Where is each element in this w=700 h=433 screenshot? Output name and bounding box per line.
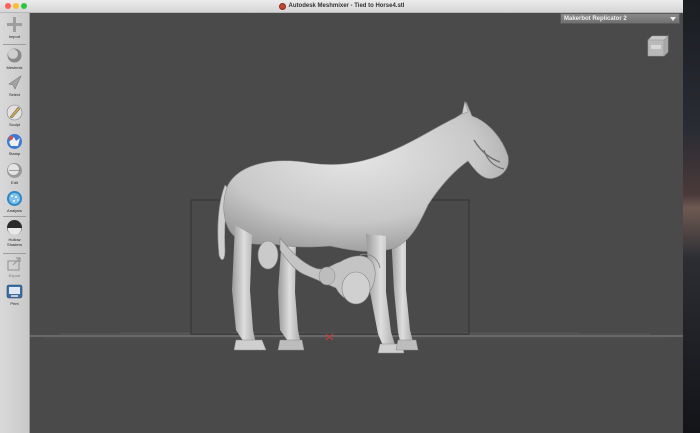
analysis-button[interactable]: Analysis [1,190,28,216]
meshmix-button[interactable]: Meshmix [1,47,28,73]
select-button[interactable]: Select [1,74,28,100]
select-label: Select [8,92,21,97]
import-button[interactable]: Import [1,16,28,42]
export-icon [7,257,21,271]
meshmixer-window: Autodesk Meshmixer - Tied to Horse4.stl [0,0,683,433]
shaders-button[interactable]: Hollow Shaders [1,219,28,253]
sculpt-label: Sculpt [8,122,21,127]
arrow-select-icon [8,75,22,90]
window-title: Autodesk Meshmixer - Tied to Horse4.stl [288,3,405,9]
analysis-label: Analysis [7,208,22,213]
edit-button[interactable]: Edit [1,162,28,188]
desktop-background [683,0,700,433]
stamp-icon [7,134,22,149]
origin-marker-icon [325,333,334,341]
brush-icon [6,104,23,121]
sculpt-button[interactable]: Sculpt [1,104,28,130]
view-cube[interactable] [644,34,672,58]
export-label: Export [8,273,21,278]
print-button[interactable]: Print [1,283,28,309]
chevron-down-icon [670,16,676,21]
analysis-icon [7,191,22,206]
edit-sphere-icon [7,163,22,178]
import-label: Import [8,34,21,39]
print-icon [6,284,23,299]
stamp-button[interactable]: Stamp [1,133,28,159]
shaders-label: Shaders [7,242,22,247]
stamp-label: Stamp [8,151,21,156]
sphere-icon [7,48,22,63]
meshmixer-logo-icon [278,2,286,10]
horse-model[interactable] [217,100,509,354]
title-bar[interactable]: Autodesk Meshmixer - Tied to Horse4.stl [0,0,683,13]
left-toolbar: Import Meshmix Select Sculpt Stamp Edit … [0,13,30,433]
printer-dropdown-value: Makerbot Replicator 2 [564,15,627,22]
meshmix-label: Meshmix [6,65,23,70]
printer-dropdown[interactable]: Makerbot Replicator 2 [560,13,680,24]
model-scene[interactable] [30,13,683,433]
plus-icon [7,17,22,32]
export-button[interactable]: Export [1,255,28,281]
shader-icon [7,220,22,235]
print-label: Print [10,301,19,306]
edit-label: Edit [11,180,18,185]
